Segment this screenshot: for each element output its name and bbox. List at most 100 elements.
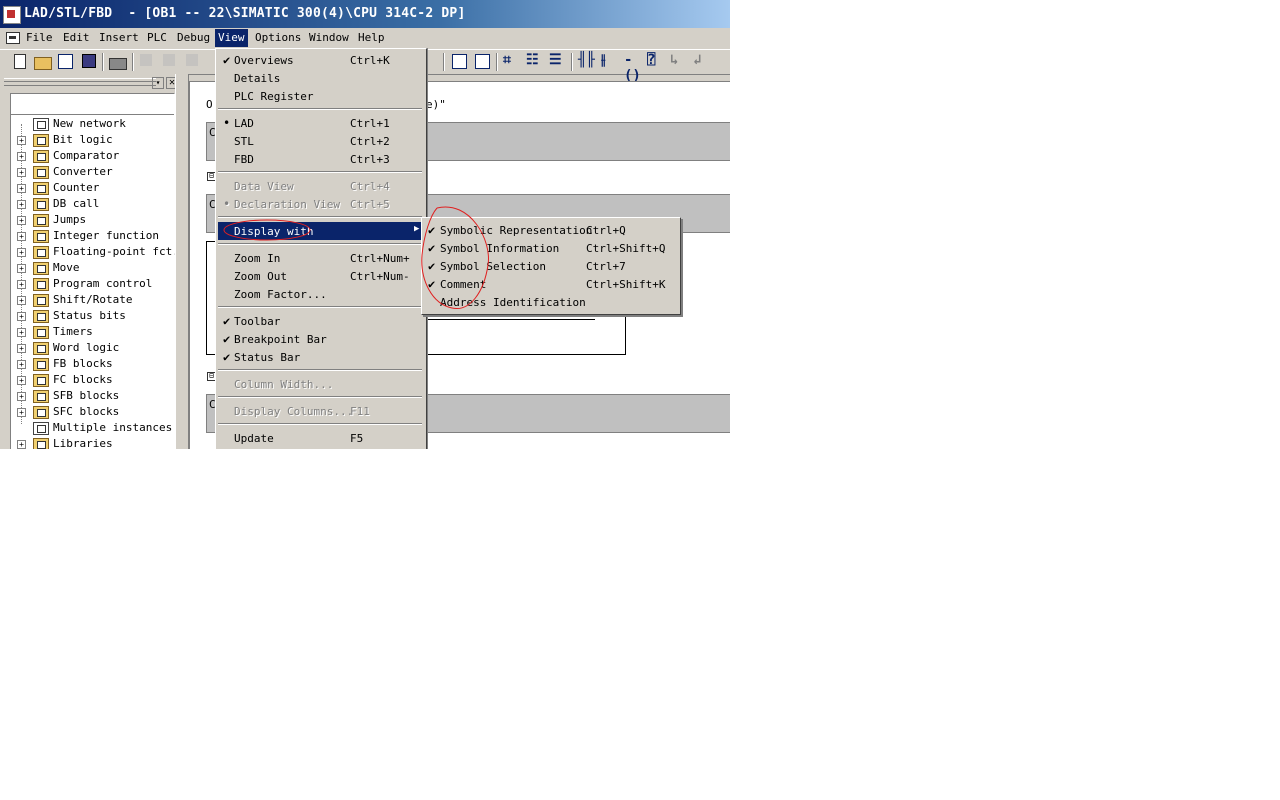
menu-item-status-bar[interactable]: ✔ Status Bar [218, 348, 424, 366]
print-icon[interactable] [109, 58, 127, 70]
title-bar[interactable]: LAD/STL/FBD - [OB1 -- 22\SIMATIC 300(4)\… [0, 0, 730, 28]
tree-item-bit-logic[interactable]: + Bit logic [13, 132, 173, 148]
new-network-icon[interactable]: ⌗ [503, 52, 519, 68]
accessible-nodes-icon[interactable] [58, 54, 73, 69]
expand-icon[interactable]: + [17, 232, 26, 241]
expand-icon[interactable]: + [17, 152, 26, 161]
submenu-item-symbol-information[interactable]: ✔ Symbol Information Ctrl+Shift+Q [424, 239, 678, 257]
timers-icon [33, 326, 49, 339]
tree-item-word-logic[interactable]: + Word logic [13, 340, 173, 356]
expand-icon[interactable]: + [17, 216, 26, 225]
zoom-icon[interactable] [475, 54, 490, 69]
menu-item-update[interactable]: Update F5 [218, 429, 424, 447]
menu-help[interactable]: Help [355, 31, 388, 44]
menu-debug[interactable]: Debug [174, 31, 213, 44]
expand-icon[interactable]: + [17, 248, 26, 257]
tree-item-jumps[interactable]: + Jumps [13, 212, 173, 228]
menu-item-fbd[interactable]: FBD Ctrl+3 [218, 150, 424, 168]
expand-icon[interactable]: + [17, 376, 26, 385]
tree-item-libraries[interactable]: + Libraries [13, 436, 173, 449]
menu-item-zoom-out[interactable]: Zoom Out Ctrl+Num- [218, 267, 424, 285]
pane-grip[interactable] [4, 78, 156, 86]
open-branch-icon[interactable]: ↳ [670, 52, 686, 68]
coil-icon[interactable]: -() [624, 52, 641, 84]
menu-insert[interactable]: Insert [96, 31, 142, 44]
menu-item-zoom-in[interactable]: Zoom In Ctrl+Num+ [218, 249, 424, 267]
tree-item-comparator[interactable]: + Comparator [13, 148, 173, 164]
expand-icon[interactable]: + [17, 344, 26, 353]
tree-item-multiple-instances[interactable]: Multiple instances [13, 420, 173, 436]
menu-options[interactable]: Options [252, 31, 304, 44]
tree-item-counter[interactable]: + Counter [13, 180, 173, 196]
menu-plc[interactable]: PLC [144, 31, 170, 44]
expand-icon[interactable]: + [17, 136, 26, 145]
document-system-menu-icon[interactable] [6, 32, 20, 44]
tree-item-program-control[interactable]: + Program control [13, 276, 173, 292]
copy-icon[interactable] [163, 54, 175, 66]
new-icon[interactable] [14, 54, 26, 69]
expand-icon[interactable]: + [17, 280, 26, 289]
tree-item-db-call[interactable]: + DB call [13, 196, 173, 212]
menu-item-details[interactable]: Details [218, 69, 424, 87]
menu-item-display-columns[interactable]: Display Columns... F11 [218, 402, 424, 420]
expand-icon[interactable]: + [17, 200, 26, 209]
expand-icon[interactable]: + [17, 168, 26, 177]
expand-icon[interactable]: + [17, 392, 26, 401]
menu-item-lad[interactable]: • LAD Ctrl+1 [218, 114, 424, 132]
tree-item-label: Comparator [53, 149, 120, 162]
menu-bar: File Edit Insert PLC Debug View Options … [0, 28, 730, 48]
expand-icon[interactable]: + [17, 296, 26, 305]
tree-item-shift-rotate[interactable]: + Shift/Rotate [13, 292, 173, 308]
expand-icon[interactable]: + [17, 264, 26, 273]
save-icon[interactable] [82, 54, 96, 68]
submenu-item-comment[interactable]: ✔ Comment Ctrl+Shift+K [424, 275, 678, 293]
expand-icon[interactable]: + [17, 328, 26, 337]
menu-item-data-view[interactable]: Data View Ctrl+4 [218, 177, 424, 195]
menu-item-column-width[interactable]: Column Width... [218, 375, 424, 393]
expand-icon[interactable]: + [17, 360, 26, 369]
menu-file[interactable]: File [23, 31, 56, 44]
menu-item-overviews[interactable]: ✔ Overviews Ctrl+K [218, 51, 424, 69]
tree-item-move[interactable]: + Move [13, 260, 173, 276]
overview-icon[interactable] [452, 54, 467, 69]
open-icon[interactable] [34, 57, 52, 70]
pane-dropdown-icon[interactable]: ▾ [152, 77, 164, 89]
tree-item-sfb-blocks[interactable]: + SFB blocks [13, 388, 173, 404]
menu-view[interactable]: View [215, 29, 248, 47]
submenu-item-address-identification[interactable]: Address Identification [424, 293, 678, 311]
tree-item-new-network[interactable]: New network [13, 116, 173, 132]
close-branch-icon[interactable]: ↲ [693, 52, 709, 68]
expand-icon[interactable]: + [17, 440, 26, 449]
bit-logic-icon[interactable]: ☷ [526, 52, 542, 68]
expand-icon[interactable]: + [17, 184, 26, 193]
menu-item-display-with[interactable]: Display with ▶ [218, 222, 424, 240]
pane-splitter[interactable] [175, 74, 189, 449]
tree-item-label: Jumps [53, 213, 87, 226]
menu-item-toolbar[interactable]: ✔ Toolbar [218, 312, 424, 330]
normally-closed-contact-icon[interactable]: ⫲ [601, 52, 617, 68]
cut-icon[interactable] [140, 54, 152, 66]
expand-icon[interactable]: + [17, 312, 26, 321]
tree-item-timers[interactable]: + Timers [13, 324, 173, 340]
menu-item-stl[interactable]: STL Ctrl+2 [218, 132, 424, 150]
expand-icon[interactable]: + [17, 408, 26, 417]
branch-icon[interactable]: ☰ [549, 52, 565, 68]
paste-icon[interactable] [186, 54, 198, 66]
normally-open-contact-icon[interactable]: ╢╟ [578, 52, 595, 68]
submenu-item-symbolic-representation[interactable]: ✔ Symbolic Representation Ctrl+Q [424, 221, 678, 239]
menu-item-breakpoint-bar[interactable]: ✔ Breakpoint Bar [218, 330, 424, 348]
tree-item-converter[interactable]: + Converter [13, 164, 173, 180]
empty-box-icon[interactable]: ⍰ [647, 52, 663, 68]
menu-window[interactable]: Window [306, 31, 352, 44]
tree-item-fc-blocks[interactable]: + FC blocks [13, 372, 173, 388]
tree-item-sfc-blocks[interactable]: + SFC blocks [13, 404, 173, 420]
tree-item-integer-function[interactable]: + Integer function [13, 228, 173, 244]
submenu-item-symbol-selection[interactable]: ✔ Symbol Selection Ctrl+7 [424, 257, 678, 275]
menu-item-zoom-factor[interactable]: Zoom Factor... [218, 285, 424, 303]
tree-item-fb-blocks[interactable]: + FB blocks [13, 356, 173, 372]
menu-item-declaration-view[interactable]: • Declaration View Ctrl+5 [218, 195, 424, 213]
menu-item-plc-register[interactable]: PLC Register [218, 87, 424, 105]
tree-item-status-bits[interactable]: + Status bits [13, 308, 173, 324]
menu-edit[interactable]: Edit [60, 31, 93, 44]
tree-item-floating-point-fct[interactable]: + Floating-point fct. [13, 244, 179, 260]
